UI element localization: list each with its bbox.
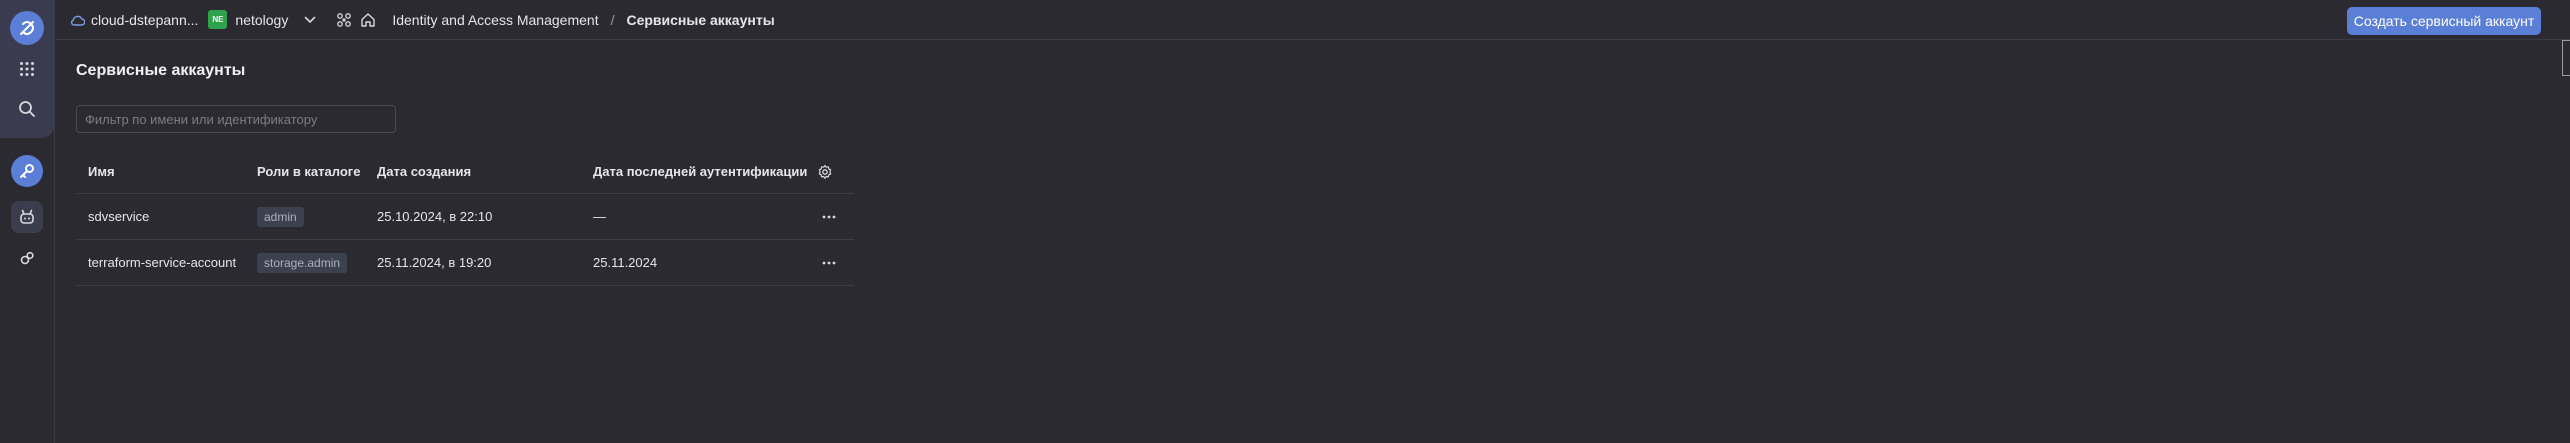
filter-input[interactable] bbox=[76, 105, 396, 133]
actions-cell bbox=[817, 194, 841, 239]
last-auth-date: — bbox=[593, 209, 606, 224]
yandex-cloud-logo-icon[interactable] bbox=[10, 11, 44, 45]
cloud-icon bbox=[70, 15, 85, 26]
column-header-name[interactable]: Имя bbox=[88, 150, 115, 193]
account-name[interactable]: terraform-service-account bbox=[88, 240, 236, 285]
more-dots-icon[interactable] bbox=[817, 251, 841, 275]
role-tag: storage.admin bbox=[257, 252, 348, 273]
service-accounts-table: Имя Роли в каталоге Дата создания Дата п… bbox=[76, 150, 854, 286]
cloud-selector[interactable]: cloud-dstepann... bbox=[70, 12, 198, 28]
left-rail bbox=[0, 0, 55, 443]
apps-grid-icon[interactable] bbox=[11, 53, 43, 85]
column-header-created[interactable]: Дата создания bbox=[377, 150, 471, 193]
breadcrumb-separator: / bbox=[610, 11, 615, 28]
home-icon[interactable] bbox=[360, 12, 376, 28]
page-title: Сервисные аккаунты bbox=[76, 62, 246, 79]
drone-icon[interactable] bbox=[336, 12, 352, 28]
cloud-name-label: cloud-dstepann... bbox=[91, 11, 199, 28]
chevron-down-icon[interactable] bbox=[304, 16, 316, 24]
table-header: Имя Роли в каталоге Дата создания Дата п… bbox=[76, 150, 854, 194]
table-row[interactable]: terraform-service-account storage.admin … bbox=[76, 240, 854, 286]
created-date: 25.10.2024, в 22:10 bbox=[377, 209, 493, 224]
actions-cell bbox=[817, 240, 841, 285]
robot-icon[interactable] bbox=[11, 201, 43, 233]
settings-cogs-icon[interactable] bbox=[11, 243, 43, 275]
column-header-roles[interactable]: Роли в каталоге bbox=[257, 150, 360, 193]
roles-cell: storage.admin bbox=[257, 240, 348, 285]
role-tag: admin bbox=[257, 206, 304, 227]
key-icon[interactable] bbox=[11, 155, 43, 187]
breadcrumb-service[interactable]: Identity and Access Management bbox=[392, 12, 598, 28]
last-auth-date: 25.11.2024 bbox=[593, 255, 658, 270]
top-bar: cloud-dstepann... NE netology Identity a… bbox=[56, 0, 2570, 40]
side-panel-edge[interactable] bbox=[2562, 40, 2570, 76]
breadcrumb-current: Сервисные аккаунты bbox=[626, 11, 775, 28]
folder-badge: NE bbox=[208, 10, 228, 29]
table-row[interactable]: sdvservice admin 25.10.2024, в 22:10 — bbox=[76, 194, 854, 240]
search-icon[interactable] bbox=[11, 93, 43, 125]
roles-cell: admin bbox=[257, 194, 304, 239]
create-service-account-button[interactable]: Создать сервисный аккаунт bbox=[2347, 7, 2541, 35]
account-name[interactable]: sdvservice bbox=[88, 194, 149, 239]
folder-name-label[interactable]: netology bbox=[235, 12, 288, 28]
column-header-last-auth[interactable]: Дата последней аутентификации bbox=[593, 150, 807, 193]
more-dots-icon[interactable] bbox=[817, 205, 841, 229]
settings-gear-icon[interactable] bbox=[817, 150, 833, 193]
created-date: 25.11.2024, в 19:20 bbox=[377, 255, 492, 270]
